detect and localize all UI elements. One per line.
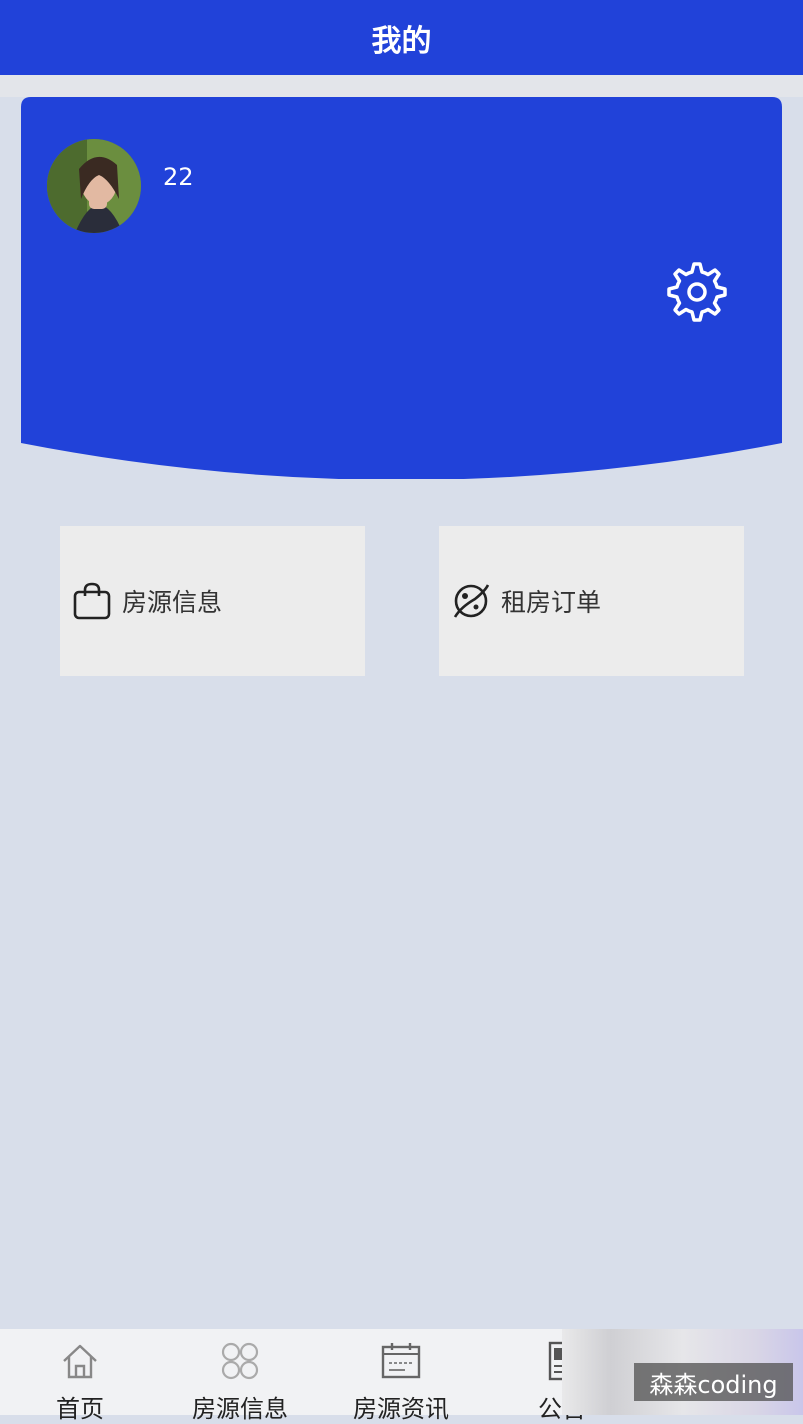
settings-gear-icon[interactable] [665, 260, 729, 324]
tab-label: 房源信息 [192, 1395, 288, 1423]
menu-card-label: 租房订单 [501, 588, 602, 617]
calendar-icon [381, 1343, 421, 1379]
header-divider [0, 75, 803, 97]
profile-card: 22 [21, 97, 782, 479]
planet-icon [451, 581, 491, 621]
tab-home[interactable]: 首页 [0, 1329, 160, 1423]
watermark: 森森coding [634, 1363, 793, 1401]
tab-label: 房源资讯 [353, 1395, 449, 1423]
tab-listings[interactable]: 房源信息 [160, 1329, 320, 1423]
home-icon [63, 1344, 97, 1379]
menu-card-orders[interactable]: 租房订单 [439, 526, 744, 676]
username: 22 [163, 163, 194, 191]
shopping-bag-icon [72, 581, 112, 621]
page-header: 我的 [0, 0, 803, 75]
page-title: 我的 [371, 23, 432, 59]
menu-card-label: 房源信息 [122, 588, 223, 617]
tab-label: 首页 [56, 1395, 104, 1423]
menu-card-listings[interactable]: 房源信息 [60, 526, 365, 676]
tab-news[interactable]: 房源资讯 [321, 1329, 481, 1423]
avatar[interactable] [47, 139, 141, 233]
grid-icon [221, 1342, 259, 1380]
